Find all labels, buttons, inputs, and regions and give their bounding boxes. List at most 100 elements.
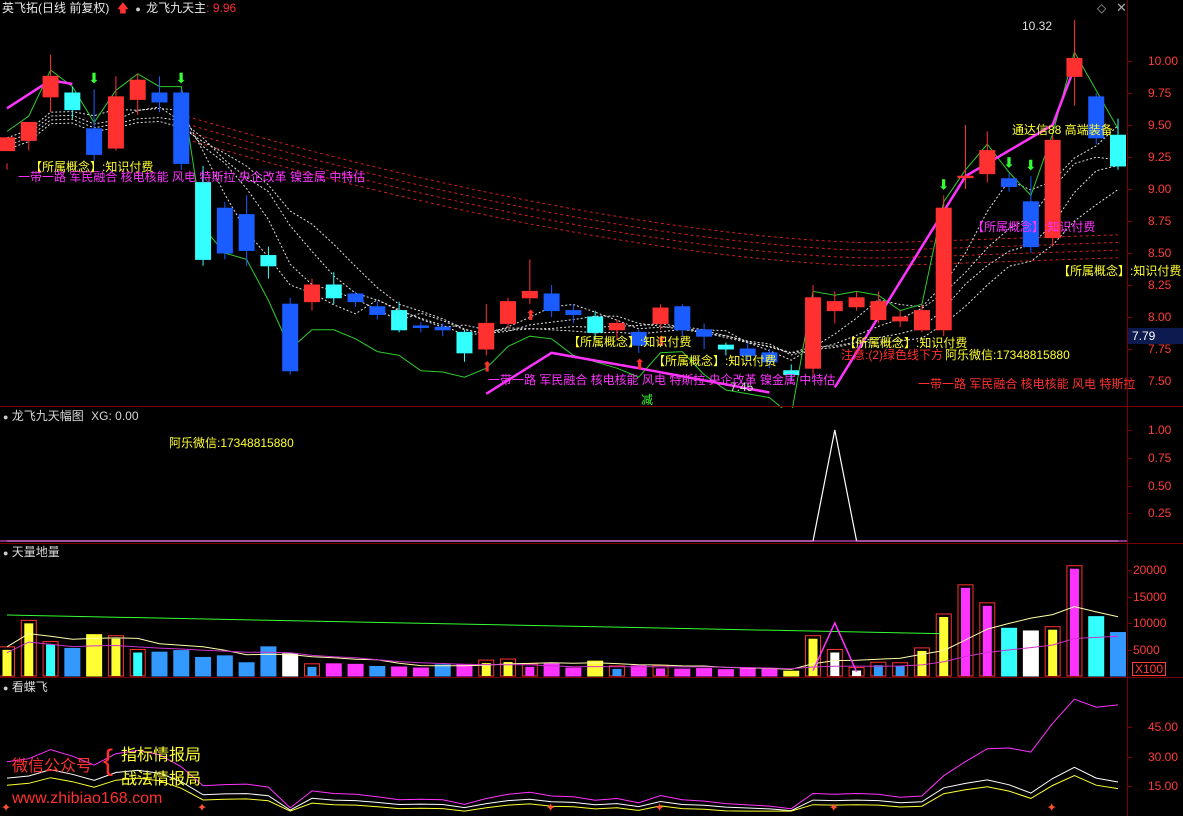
candle-body [303,284,320,303]
candle-body [260,255,277,267]
volume-bar-inner [1069,568,1079,676]
price-tick: 9.25 [1148,150,1172,164]
axis-tick-mark [1127,221,1132,222]
candle-body [913,310,930,331]
candle-body [391,310,408,331]
candle-body [979,150,996,175]
resistance-band-line [181,129,1119,259]
candle-body [0,137,15,152]
butterfly-icon: ✦ [546,800,556,814]
axis-tick-mark [1127,513,1132,515]
price-tick: 8.25 [1148,278,1172,292]
xg-line [7,429,1118,542]
candle-body [325,284,342,299]
volume-bar-inner [24,623,34,676]
sell-arrow-icon: ⬇ [1003,155,1015,171]
candle-body [173,92,190,164]
volume-bar-inner [656,668,666,676]
volume-bar [195,656,212,677]
volume-chart [0,565,1126,677]
volume-bar-inner [133,652,143,676]
candle-body [282,303,299,372]
volume-bar [696,668,713,677]
reduce-marker: 减 [641,393,654,407]
magenta-trend-line [6,78,73,110]
volume-bar [86,634,103,677]
butterfly-tick: 45.00 [1148,720,1179,735]
indicator-name[interactable]: 龙飞九天主 [146,1,206,15]
volume-tick: 10000 [1133,616,1167,630]
candle-body [587,316,604,333]
volume-bar [151,651,168,677]
diamond-icon[interactable]: ◇ [1097,1,1106,15]
period-mode[interactable]: (日线 前复权) [38,1,109,15]
candle-body [521,290,538,299]
price-tick: 7.50 [1148,374,1172,388]
volume-tick: 5000 [1133,642,1160,657]
high-label: 10.32 [1022,19,1053,33]
tag-text: 通达信88 高端装备 [1012,123,1113,137]
axis-tick-mark [1127,157,1132,158]
price-tick: 10.00 [1148,54,1179,68]
volume-tick: 20000 [1133,563,1167,577]
arrow-up-icon: 🡅 [116,1,130,15]
watermark-url: www.zhibiao168.com [12,790,163,807]
candle-body [1001,178,1018,187]
concept-label: 【所属概念】:知识付费 [844,336,968,350]
volume-bar [1001,627,1018,677]
candle-body [935,207,952,331]
volume-bar [347,663,364,677]
candle-body [195,182,212,260]
axis-tick-mark [1127,285,1132,286]
volume-bar [325,663,342,677]
butterfly-icon: ✦ [829,800,839,814]
candle-body [565,310,582,315]
candle-body [892,316,909,322]
volume-bar [630,665,647,677]
candle-body [412,325,429,328]
volume-bar [173,650,190,677]
axis-tick-mark [1127,93,1132,94]
candle-body [870,301,887,321]
candle-body [1066,57,1083,77]
candle-body [826,301,843,312]
volume-bar [565,667,582,677]
volume-bar [783,670,800,677]
axis-tick-mark [1127,317,1132,318]
butterfly-icon: ✦ [1,800,11,814]
indicator-menu-icon[interactable]: ● [135,4,140,14]
volume-bar [282,653,299,677]
candle-body [717,344,734,350]
axis-tick-mark [1127,457,1132,459]
volume-bar-inner [830,652,840,676]
volume-bar [1022,630,1039,677]
sell-arrow-icon: ⬇ [938,176,950,192]
volume-bar [216,655,233,677]
sell-arrow-icon: ⬇ [88,70,100,86]
volume-unit: X100 [1132,662,1167,676]
xg-tick: 0.50 [1148,478,1172,493]
axis-tick-mark [1127,485,1132,487]
concept-label: 【所属概念】:知识付费 [972,220,1096,234]
watermark-wechat: 微信公众号 [12,758,93,775]
volume-bar-inner [111,638,121,676]
volume-bar [761,668,778,677]
volume-bar-inner [939,616,949,676]
volume-bar-inner [895,665,905,676]
axis-tick-mark [1127,61,1132,62]
axis-tick-mark [1127,430,1132,431]
volume-bar-inner [873,665,883,676]
concept-label: 【所属概念】:知识付费 [653,354,777,368]
butterfly-tick: 30.00 [1148,749,1179,764]
concept-list: 一带一路 军民融合 核电核能 风电 特斯拉 [918,377,1136,391]
volume-ma-long [6,614,941,635]
close-icon[interactable]: ✕ [1116,0,1127,16]
main-header: 英飞拓(日线 前复权) 🡅 ● 龙飞九天主: 9.96 [0,0,236,16]
candle-body [86,128,103,155]
volume-bar-inner [1048,629,1058,676]
concept-label: 【所属概念】:知识付费 [568,335,692,349]
stock-name[interactable]: 英飞拓 [2,1,38,15]
volume-bar [260,646,277,677]
axis-tick-mark [1127,596,1132,598]
candle-body [652,307,669,324]
